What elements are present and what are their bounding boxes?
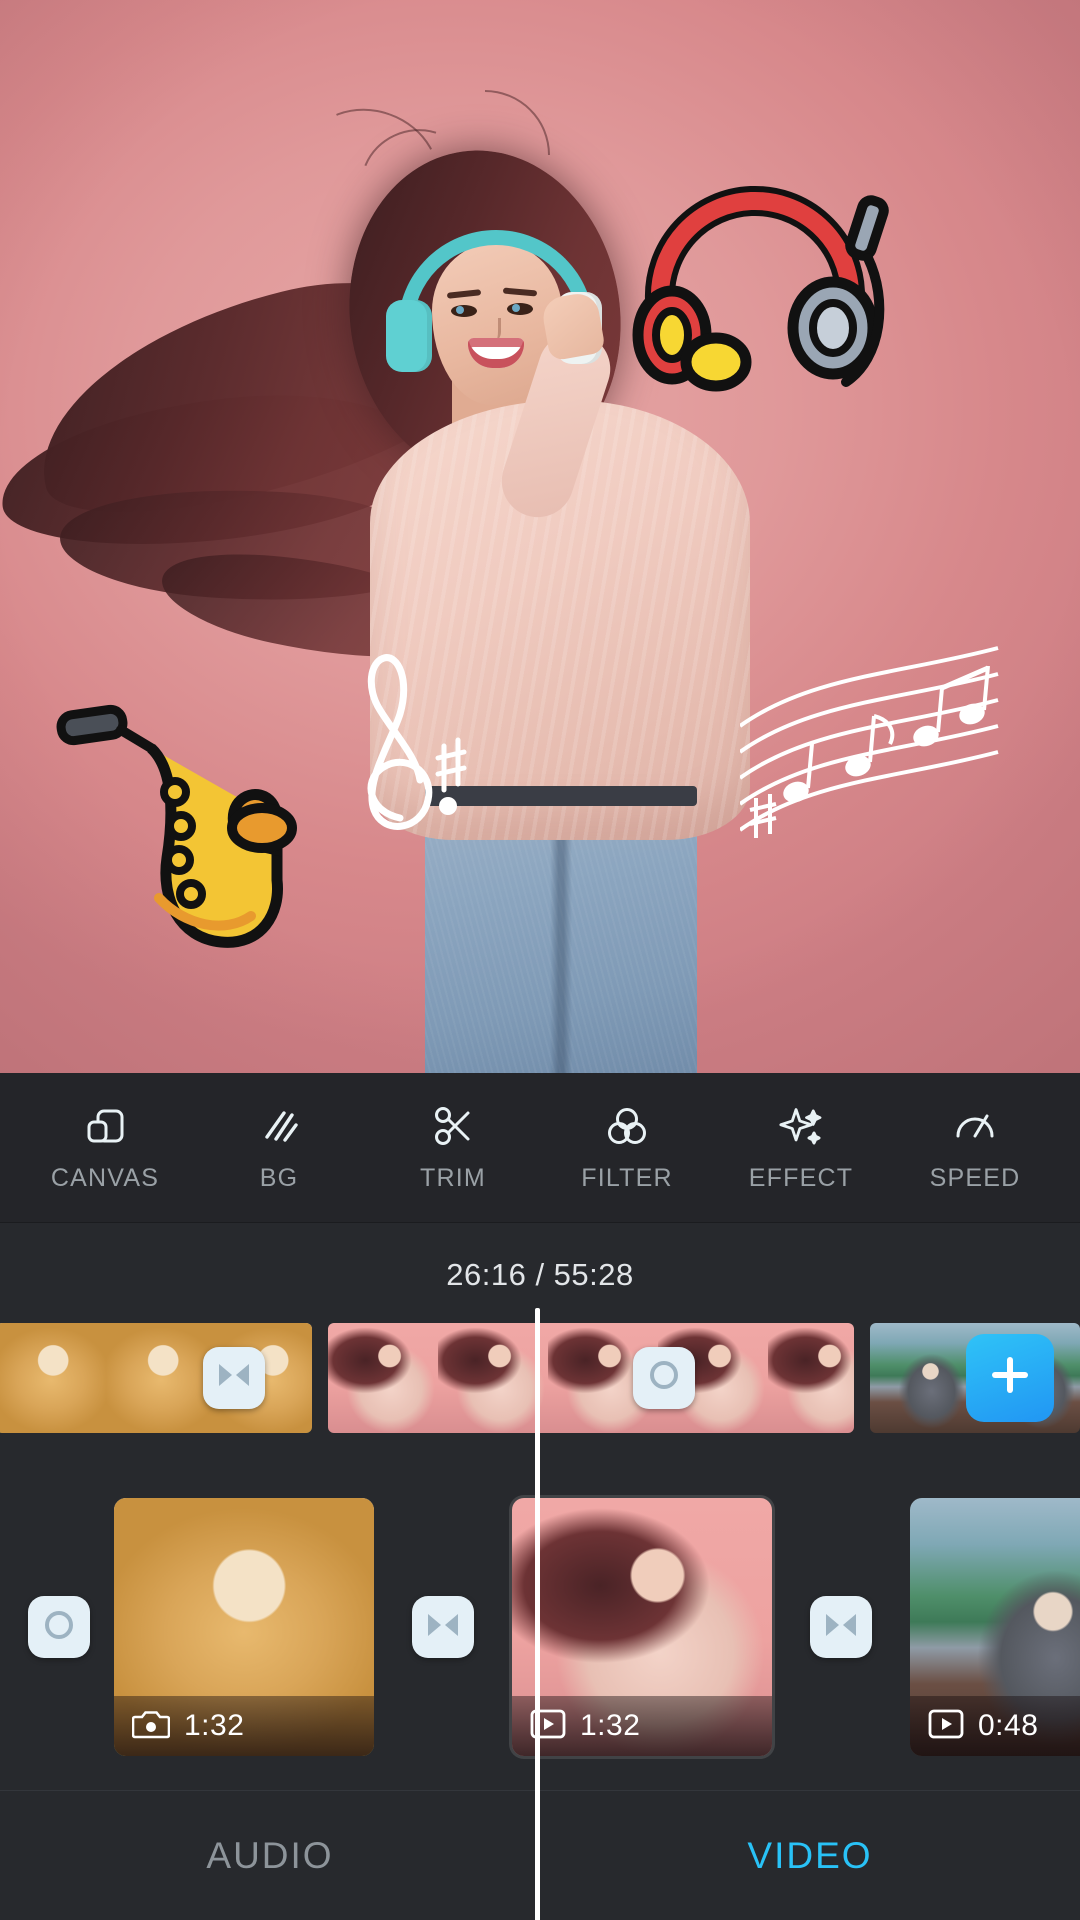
clip-footer: 0:48	[910, 1696, 1080, 1756]
transition-button-2[interactable]	[633, 1346, 695, 1409]
bg-icon	[255, 1102, 303, 1150]
music-staff-notes-sticker	[740, 646, 999, 838]
play-icon	[928, 1708, 964, 1745]
clip-duration-1: 1:32	[184, 1709, 245, 1742]
video-preview[interactable]	[0, 0, 1080, 1073]
timeline-panel: 26:16 / 55:28 1:32 1:32 0:48 AUDIO VIDEO	[0, 1223, 1080, 1920]
clip-footer: 1:32	[114, 1696, 374, 1756]
camera-icon	[131, 1708, 171, 1745]
filmstrip-row[interactable]	[0, 1315, 1080, 1440]
treble-clef-sticker	[367, 654, 467, 830]
clip-transition-button-left[interactable]	[28, 1596, 90, 1658]
filmstrip-frame	[437, 1322, 548, 1433]
video-editor-app: CANVAS BG TRIM FILTER EFFECT SPEED 26:16…	[0, 0, 1080, 1920]
filter-icon	[603, 1102, 651, 1150]
tab-audio[interactable]: AUDIO	[0, 1835, 540, 1877]
playhead[interactable]	[535, 1308, 540, 1920]
subject-eye	[451, 305, 477, 317]
saxophone-sticker	[56, 704, 297, 948]
teal-headphones-cup	[386, 300, 432, 372]
edit-toolbar: CANVAS BG TRIM FILTER EFFECT SPEED	[0, 1073, 1080, 1223]
toolbar-label-trim: TRIM	[420, 1164, 486, 1192]
transition-icon	[217, 1361, 251, 1394]
toolbar-label-bg: BG	[259, 1164, 299, 1192]
clip-footer: 1:32	[512, 1696, 772, 1756]
bottom-tab-bar: AUDIO VIDEO	[0, 1790, 1080, 1920]
toolbar-item-bg[interactable]: BG	[192, 1073, 366, 1222]
clip-cards-row: 1:32 1:32 0:48	[0, 1492, 1080, 1762]
sparkle-icon	[777, 1102, 825, 1150]
filmstrip-clip-2[interactable]	[327, 1322, 854, 1433]
toolbar-label-speed: SPEED	[929, 1164, 1021, 1192]
toolbar-item-canvas[interactable]: CANVAS	[18, 1073, 192, 1222]
clip-transition-button-1[interactable]	[412, 1596, 474, 1658]
subject-nose	[489, 318, 501, 340]
canvas-icon	[81, 1102, 129, 1150]
clip-card-1[interactable]: 1:32	[114, 1498, 374, 1756]
tab-video[interactable]: VIDEO	[540, 1835, 1080, 1877]
filmstrip-frame	[327, 1322, 438, 1433]
plus-icon	[986, 1351, 1034, 1404]
clip-card-2[interactable]: 1:32	[512, 1498, 772, 1756]
clip-card-3[interactable]: 0:48	[910, 1498, 1080, 1756]
time-display: 26:16 / 55:28	[446, 1257, 634, 1292]
toolbar-item-trim[interactable]: TRIM	[366, 1073, 540, 1222]
toolbar-item-filter[interactable]: FILTER	[540, 1073, 714, 1222]
no-transition-icon	[42, 1608, 76, 1647]
transition-button-1[interactable]	[203, 1346, 265, 1409]
transition-icon	[426, 1611, 460, 1644]
subject-eye-highlight	[512, 304, 520, 312]
no-transition-icon	[647, 1358, 681, 1397]
filmstrip-frame	[767, 1322, 854, 1433]
subject-eye-highlight	[456, 306, 464, 314]
subject-eye	[507, 303, 533, 315]
filmstrip-frame	[0, 1322, 106, 1433]
scissors-icon	[429, 1102, 477, 1150]
clip-duration-3: 0:48	[978, 1709, 1039, 1742]
toolbar-label-filter: FILTER	[581, 1164, 673, 1192]
filmstrip-frame	[869, 1322, 980, 1433]
toolbar-item-effect[interactable]: EFFECT	[714, 1073, 888, 1222]
toolbar-label-canvas: CANVAS	[50, 1164, 160, 1192]
clip-duration-2: 1:32	[580, 1709, 641, 1742]
toolbar-label-effect: EFFECT	[748, 1164, 854, 1192]
add-media-button[interactable]	[966, 1333, 1054, 1422]
red-headphones-sticker	[632, 185, 889, 392]
clip-transition-button-2[interactable]	[810, 1596, 872, 1658]
toolbar-item-speed[interactable]: SPEED	[888, 1073, 1062, 1222]
speedometer-icon	[951, 1102, 999, 1150]
transition-icon	[824, 1611, 858, 1644]
filmstrip-frame	[106, 1322, 216, 1433]
